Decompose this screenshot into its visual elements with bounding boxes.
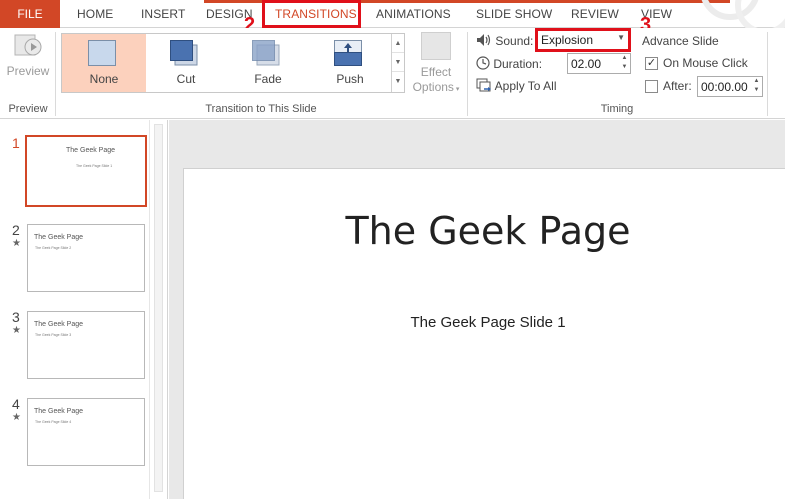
sound-dropdown[interactable]: Explosion ▼ — [535, 28, 631, 52]
after-spinner[interactable]: 00:00.00 ▲ ▼ — [697, 76, 763, 97]
fade-transition-icon — [252, 40, 280, 66]
tab-insert[interactable]: INSERT — [141, 6, 185, 22]
apply-to-all-icon — [476, 78, 495, 93]
spinner-arrows-icon[interactable]: ▲ ▼ — [619, 54, 630, 73]
tab-transitions[interactable]: TRANSITIONS — [275, 6, 357, 22]
transition-group-label: Transition to This Slide — [205, 103, 317, 115]
slide-number: 2 — [12, 222, 20, 238]
effect-options-button[interactable]: Effect Options ▾ — [410, 32, 462, 102]
gallery-up-icon[interactable]: ▲ — [392, 34, 404, 53]
scrollbar-thumb[interactable] — [154, 124, 163, 492]
timing-group-label: Timing — [600, 103, 634, 115]
slide-number: 3 — [12, 309, 20, 325]
slide-editing-area: The Geek Page The Geek Page Slide 1 — [169, 120, 785, 499]
current-slide-canvas[interactable]: The Geek Page The Geek Page Slide 1 — [183, 168, 785, 499]
sound-icon — [476, 34, 495, 48]
slide-subtitle-placeholder[interactable]: The Geek Page Slide 1 — [184, 314, 785, 331]
tab-home[interactable]: HOME — [77, 6, 113, 22]
thumbnail-subtitle: The Geek Page Slide 2 — [35, 246, 72, 250]
after-label: After: — [663, 79, 692, 93]
transition-fade[interactable]: Fade — [226, 34, 310, 92]
transition-label: Push — [336, 72, 364, 86]
dropdown-arrow-icon: ▾ — [453, 86, 460, 93]
clock-icon — [476, 56, 493, 71]
ribbon: Preview Preview None Cut Fade Push ▲ ▼ ▼… — [0, 28, 785, 119]
thumbnail-title: The Geek Page — [34, 408, 84, 415]
push-transition-icon — [334, 40, 362, 66]
slide-title-placeholder[interactable]: The Geek Page — [184, 209, 785, 253]
slide-number: 1 — [12, 135, 20, 151]
preview-button[interactable]: Preview — [6, 32, 50, 86]
duration-row: Duration: — [476, 54, 542, 74]
transition-label: Fade — [254, 72, 282, 86]
transition-none[interactable]: None — [62, 34, 146, 92]
thumbnails-scrollbar[interactable] — [149, 120, 167, 499]
transition-gallery: None Cut Fade Push ▲ ▼ ▼ — [61, 33, 405, 93]
chevron-down-icon[interactable]: ▼ — [617, 33, 625, 42]
sound-label: Sound: — [495, 34, 534, 48]
tab-file[interactable]: FILE — [0, 0, 60, 28]
duration-label: Duration: — [493, 57, 543, 71]
transition-star-icon: ★ — [12, 325, 21, 336]
transition-push[interactable]: Push — [308, 34, 392, 92]
tab-animations[interactable]: ANIMATIONS — [376, 6, 451, 22]
tab-review[interactable]: REVIEW — [571, 6, 619, 22]
cut-transition-icon — [170, 40, 198, 66]
apply-to-all-label: Apply To All — [494, 79, 557, 93]
transition-cut[interactable]: Cut — [144, 34, 228, 92]
slide-thumbnails-pane: 1 The Geek Page The Geek Page Slide 1 1 … — [0, 120, 168, 499]
after-checkbox[interactable] — [645, 80, 658, 93]
transition-star-icon: ★ — [12, 412, 21, 423]
slide-thumbnail-4[interactable]: The Geek Page The Geek Page Slide 4 — [27, 398, 145, 466]
thumbnail-title: The Geek Page — [34, 234, 84, 241]
thumbnail-subtitle: The Geek Page Slide 4 — [35, 420, 72, 424]
transition-label: None — [89, 72, 119, 86]
slide-thumbnail-3[interactable]: The Geek Page The Geek Page Slide 3 — [27, 311, 145, 379]
advance-slide-heading: Advance Slide — [642, 34, 719, 48]
preview-label: Preview — [6, 64, 50, 78]
tab-slide-show[interactable]: SLIDE SHOW — [476, 6, 552, 22]
thumbnail-title: The Geek Page — [66, 147, 116, 154]
effect-options-label-line1: Effect — [420, 65, 452, 79]
on-mouse-click-checkbox[interactable]: ✓ — [645, 57, 658, 70]
slide-thumbnail-2[interactable]: The Geek Page The Geek Page Slide 2 — [27, 224, 145, 292]
thumbnail-subtitle: The Geek Page Slide 1 — [76, 164, 113, 168]
duration-spinner[interactable]: 02.00 ▲ ▼ — [567, 53, 631, 74]
slide-thumbnail-1[interactable]: The Geek Page The Geek Page Slide 1 — [25, 135, 147, 207]
on-mouse-click-label: On Mouse Click — [663, 56, 748, 70]
transition-label: Cut — [176, 72, 196, 86]
effect-options-label-line2: Options — [412, 80, 454, 94]
thumbnail-title: The Geek Page — [34, 321, 84, 328]
ribbon-tab-bar: FILE HOME INSERT DESIGN TRANSITIONS ANIM… — [0, 0, 785, 36]
apply-to-all-button[interactable]: Apply To All — [476, 76, 557, 96]
gallery-more-icon[interactable]: ▼ — [392, 72, 404, 91]
group-separator — [467, 32, 468, 116]
sound-row: Sound: — [476, 31, 533, 51]
transition-star-icon: ★ — [12, 238, 21, 249]
duration-value: 02.00 — [571, 57, 602, 71]
gallery-scroll[interactable]: ▲ ▼ ▼ — [391, 34, 404, 92]
spinner-arrows-icon[interactable]: ▲ ▼ — [751, 77, 762, 96]
preview-icon — [14, 32, 42, 60]
slide-number: 4 — [12, 396, 20, 412]
after-value: 00:00.00 — [701, 80, 748, 94]
group-separator — [55, 32, 56, 116]
thumbnail-subtitle: The Geek Page Slide 3 — [35, 333, 72, 337]
sound-value: Explosion — [541, 33, 594, 47]
group-separator — [767, 32, 768, 116]
gallery-down-icon[interactable]: ▼ — [392, 53, 404, 72]
effect-options-icon — [421, 32, 451, 60]
none-transition-icon — [88, 40, 116, 66]
preview-group-label: Preview — [8, 103, 48, 115]
